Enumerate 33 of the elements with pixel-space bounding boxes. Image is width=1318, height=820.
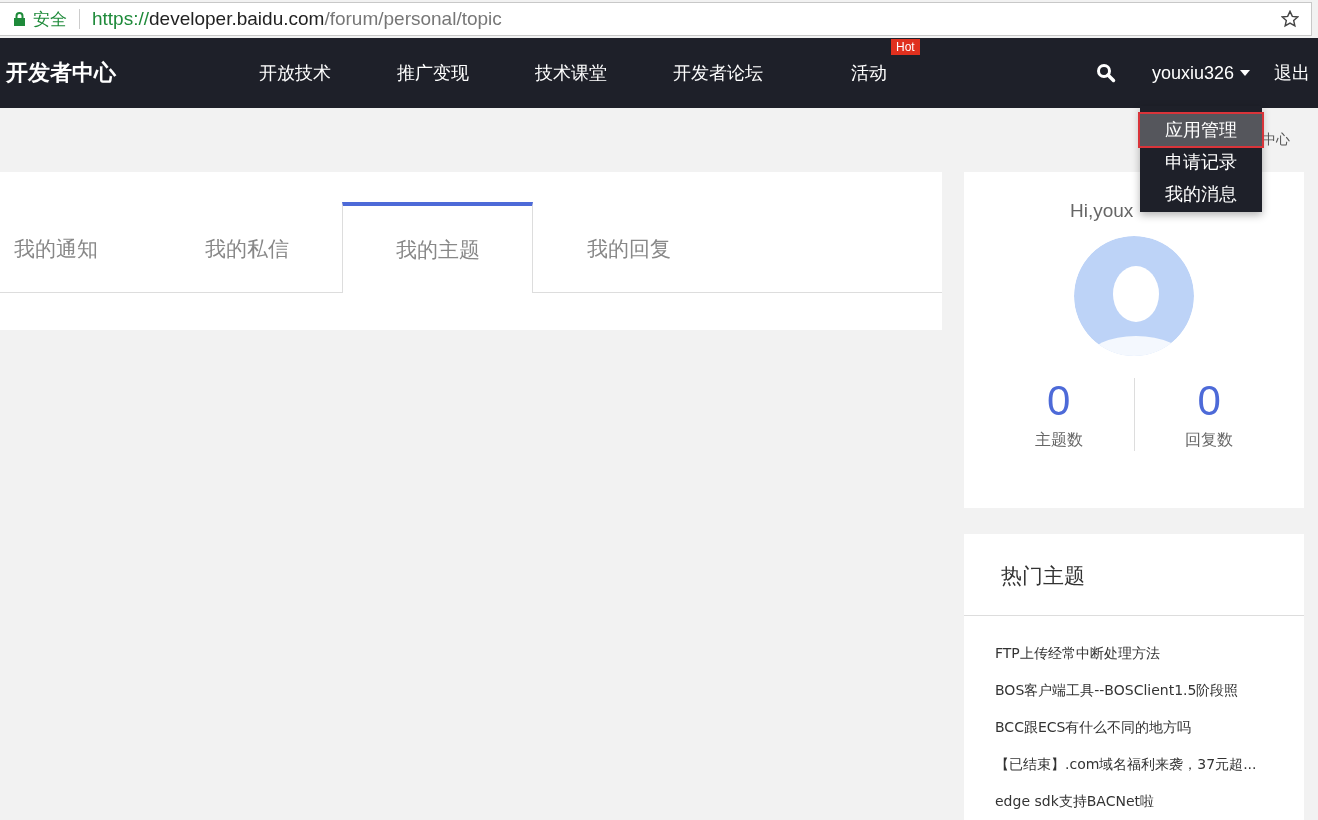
site-logo[interactable]: 开发者中心 [6,58,259,88]
security-label: 安全 [33,7,67,31]
caret-icon [1240,70,1250,76]
topic-link[interactable]: edge sdk支持BACNet啦 [995,792,1304,811]
user-menu-button[interactable]: youxiu326 [1151,62,1250,84]
greeting-text: Hi,youx [1070,200,1134,222]
url-text[interactable]: https://developer.baidu.com/forum/personal/topic [92,8,502,30]
avatar-icon [1074,236,1194,356]
hot-badge: Hot [891,39,920,55]
stat-count: 0 [1197,378,1221,425]
search-icon[interactable] [1095,63,1116,83]
hot-topics-title: 热门主题 [964,534,1304,616]
topic-link[interactable]: FTP上传经常中断处理方法 [995,644,1304,663]
topic-link[interactable]: BCC跟ECS有什么不同的地方吗 [995,718,1304,737]
nav-item[interactable]: 技术课堂 [535,61,607,85]
nav-item[interactable]: 开放技术 [259,61,331,85]
stat-count: 0 [1047,378,1071,425]
tab[interactable]: 我的回复 [533,202,724,292]
stat-label: 回复数 [1185,430,1234,452]
topic-link[interactable]: BOS客户端工具--BOSClient1.5阶段照 [995,681,1304,700]
stat-label: 主题数 [1034,430,1083,452]
bookmark-star-icon[interactable] [1281,10,1299,28]
menu-item[interactable]: 应用管理 [1140,114,1262,146]
logout-link[interactable]: 退出 [1274,61,1310,85]
tab[interactable]: 我的通知 [0,202,151,292]
topic-link[interactable]: 【已结束】.com域名福利来袭，37元超... [995,755,1304,774]
tab[interactable]: 我的主题 [342,202,533,293]
lock-icon [14,12,25,26]
nav-item[interactable]: 推广变现 [397,61,469,85]
nav-item[interactable]: 开发者论坛 [673,61,763,85]
tab[interactable]: 我的私信 [151,202,342,292]
menu-item[interactable]: 我的消息 [1140,178,1262,210]
menu-item[interactable]: 申请记录 [1140,146,1262,178]
